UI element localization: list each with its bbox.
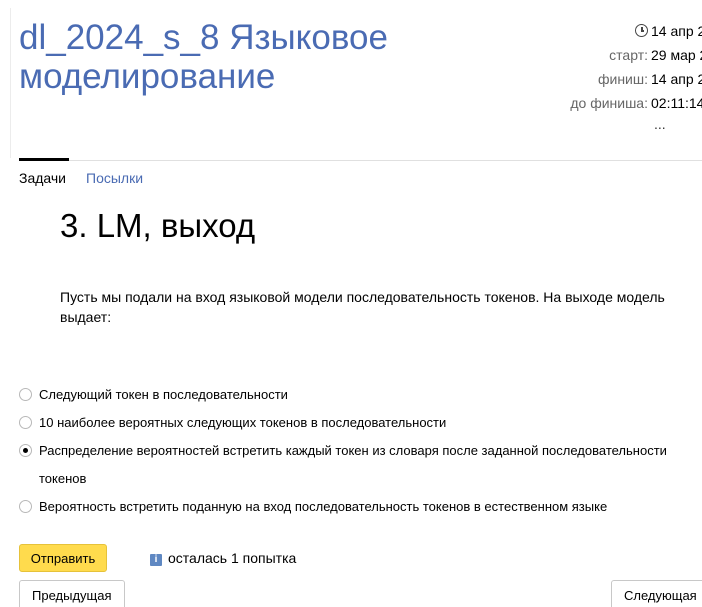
answer-option-label: Распределение вероятностей встретить каж… (39, 443, 667, 486)
remaining-label: до финиша: (570, 95, 648, 111)
radio-button[interactable] (19, 416, 32, 429)
current-date: 14 апр 2 (651, 23, 702, 39)
page: dl_2024_s_8 Языковое моделирование 14 ап… (0, 0, 702, 607)
answer-option[interactable]: Вероятность встретить поданную на вход п… (19, 493, 699, 521)
start-row: старт: 29 мар 2 (540, 45, 702, 65)
remaining-row: до финиша: 02:11:14 (540, 93, 702, 113)
answer-option-label: 10 наиболее вероятных следующих токенов … (39, 415, 447, 430)
finish-label: финиш: (597, 71, 648, 87)
radio-button-selected[interactable] (19, 444, 32, 457)
answer-options: Следующий токен в последовательности 10 … (19, 381, 699, 521)
start-label: старт: (609, 47, 648, 63)
radio-button[interactable] (19, 500, 32, 513)
problem-statement: Пусть мы подали на вход языковой модели … (60, 289, 665, 325)
answer-option[interactable]: Распределение вероятностей встретить каж… (19, 437, 699, 493)
answer-option[interactable]: 10 наиболее вероятных следующих токенов … (19, 409, 699, 437)
tab-tasks[interactable]: Задачи (19, 170, 66, 186)
next-button[interactable]: Следующая (611, 580, 702, 607)
current-date-row: 14 апр 2 (540, 21, 702, 41)
radio-button[interactable] (19, 388, 32, 401)
attempts-info: i осталась 1 попытка (150, 549, 296, 567)
tab-submissions[interactable]: Посылки (86, 170, 143, 186)
start-value: 29 мар 2 (651, 47, 702, 63)
remaining-value: 02:11:14 (651, 95, 702, 111)
clock-icon (635, 24, 648, 37)
attempts-text: осталась 1 попытка (168, 550, 297, 566)
finish-value: 14 апр 2 (651, 71, 702, 87)
answer-option-label: Следующий токен в последовательности (39, 387, 288, 402)
previous-button[interactable]: Предыдущая (19, 580, 125, 607)
more-info-toggle[interactable]: ... (654, 116, 666, 132)
submit-button[interactable]: Отправить (19, 544, 107, 572)
divider (10, 8, 11, 158)
answer-option[interactable]: Следующий токен в последовательности (19, 381, 699, 409)
info-icon: i (150, 554, 162, 566)
tabs-divider (19, 160, 702, 161)
finish-row: финиш: 14 апр 2 (540, 69, 702, 89)
contest-title[interactable]: dl_2024_s_8 Языковое моделирование (19, 18, 439, 96)
answer-option-label: Вероятность встретить поданную на вход п… (39, 499, 608, 514)
problem-title: 3. LM, выход (60, 207, 256, 244)
tab-active-indicator (19, 158, 69, 161)
